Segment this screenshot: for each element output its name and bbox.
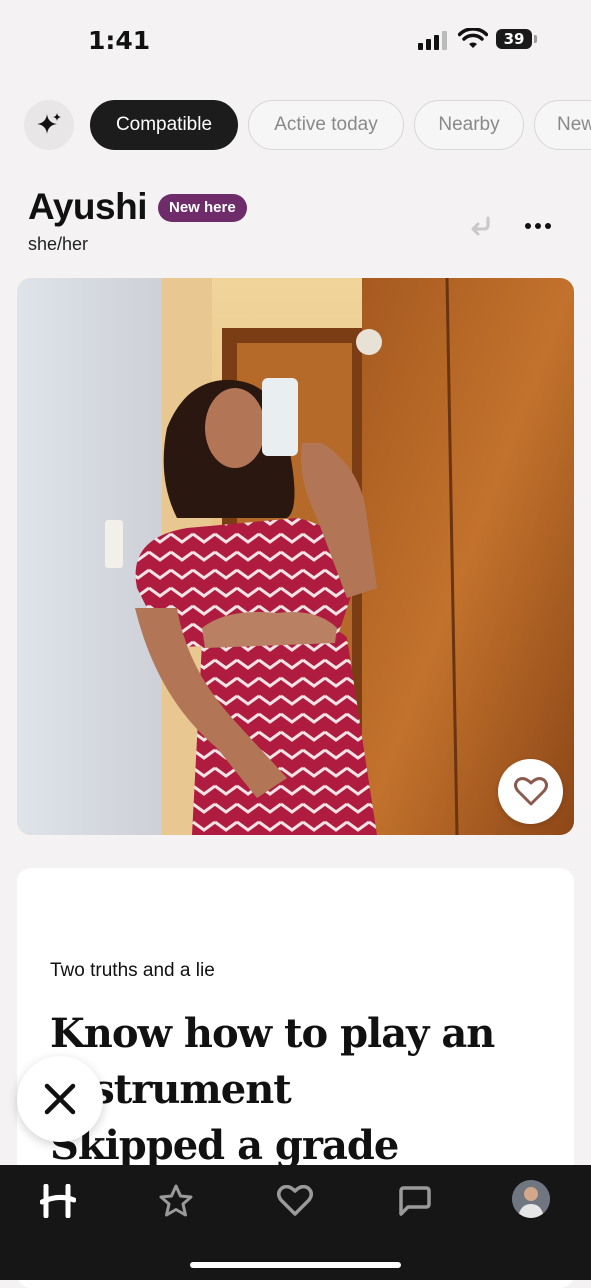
sparkle-icon[interactable] (24, 100, 74, 150)
hinge-logo-icon[interactable] (38, 1181, 78, 1221)
new-here-badge: New here (158, 194, 247, 222)
prompt-answer-line: instrument (50, 1066, 292, 1113)
signal-icon (418, 31, 447, 50)
prompt-answer: Know how to play an instrument Skipped a… (50, 1006, 550, 1174)
profile-avatar[interactable] (512, 1180, 550, 1218)
home-indicator (190, 1262, 401, 1268)
filter-chip-bar: Compatible Active today Nearby New (0, 100, 591, 150)
status-time: 1:41 (88, 26, 151, 55)
like-photo-button[interactable] (498, 759, 563, 824)
heart-icon (513, 776, 548, 805)
heart-icon[interactable] (275, 1181, 315, 1221)
filter-chip-active-today[interactable]: Active today (248, 100, 404, 150)
status-bar: 1:41 39 (0, 0, 591, 80)
more-options-icon[interactable] (522, 212, 554, 240)
profile-name: Ayushi (28, 186, 147, 227)
chat-icon[interactable] (394, 1181, 434, 1221)
prompt-question: Two truths and a lie (50, 960, 215, 981)
filter-chip-nearby[interactable]: Nearby (414, 100, 524, 150)
undo-icon[interactable] (466, 212, 494, 240)
filter-chip-compatible[interactable]: Compatible (90, 100, 238, 150)
filter-chip-new[interactable]: New (534, 100, 591, 150)
skip-button[interactable] (17, 1056, 103, 1142)
close-icon (44, 1083, 76, 1115)
wifi-icon (458, 28, 488, 48)
battery-tip (534, 35, 537, 43)
battery-level: 39 (496, 29, 532, 49)
profile-photo[interactable] (17, 278, 574, 835)
prompt-answer-line: Know how to play an (50, 1010, 495, 1057)
profile-pronouns: she/her (28, 234, 89, 254)
star-icon[interactable] (156, 1181, 196, 1221)
